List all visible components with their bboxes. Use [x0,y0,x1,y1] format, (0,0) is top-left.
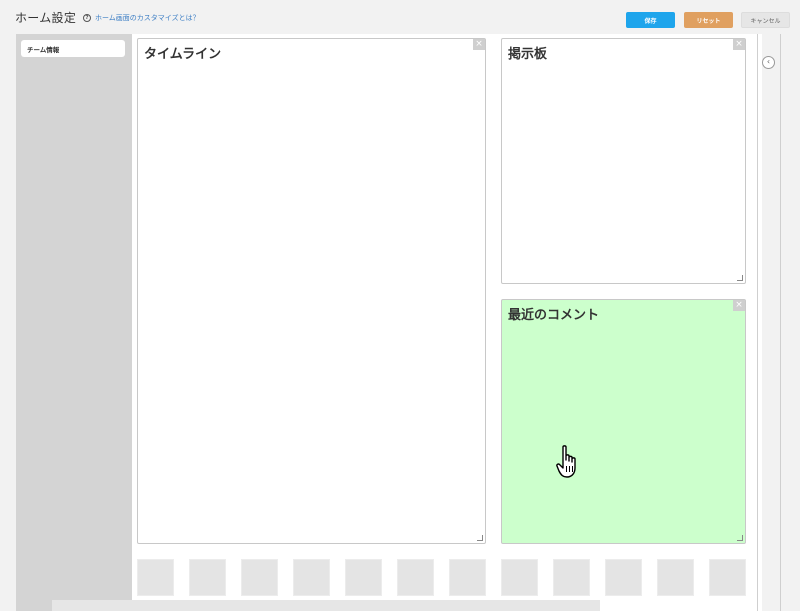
reset-button[interactable]: リセット [684,12,733,28]
close-icon[interactable]: × [733,300,745,311]
board-widget[interactable]: 掲示板 × [501,38,746,284]
widget-slot[interactable] [501,559,538,596]
widget-slot[interactable] [241,559,278,596]
recent-comments-widget[interactable]: 最近のコメント × [501,299,746,544]
help-icon: ? [83,14,91,22]
widget-slot[interactable] [449,559,486,596]
widget-slot[interactable] [553,559,590,596]
widget-slot[interactable] [657,559,694,596]
hand-cursor-icon [556,445,576,478]
widget-slot[interactable] [345,559,382,596]
widget-title: 掲示板 [508,47,548,62]
widget-title: タイムライン [144,47,222,62]
resize-handle[interactable] [737,275,743,281]
resize-handle[interactable] [477,535,483,541]
sidebar-item-team-info[interactable]: チーム情報 [21,40,125,57]
widget-slot[interactable] [293,559,330,596]
page-title: ホーム設定 [15,11,77,25]
divider [780,34,781,611]
widget-slot[interactable] [397,559,434,596]
close-icon[interactable]: × [473,39,485,50]
help-link-label: ホーム画面のカスタマイズとは？ [95,14,200,22]
timeline-widget[interactable]: タイムライン × [137,38,486,544]
help-link[interactable]: ? ホーム画面のカスタマイズとは？ [83,13,200,23]
collapse-panel-icon[interactable]: ‹ [762,56,775,69]
bottom-bar [52,600,600,611]
sidebar [16,34,132,611]
cancel-button[interactable]: キャンセル [741,12,790,28]
close-icon[interactable]: × [733,39,745,50]
widget-slot[interactable] [189,559,226,596]
save-button[interactable]: 保存 [626,12,675,28]
resize-handle[interactable] [737,535,743,541]
header: ホーム設定 ? ホーム画面のカスタマイズとは？ 保存 リセット キャンセル [0,0,800,36]
widget-slot[interactable] [605,559,642,596]
divider [757,34,758,611]
widget-title: 最近のコメント [508,308,600,323]
widget-slot[interactable] [137,559,174,596]
widget-slot[interactable] [709,559,746,596]
